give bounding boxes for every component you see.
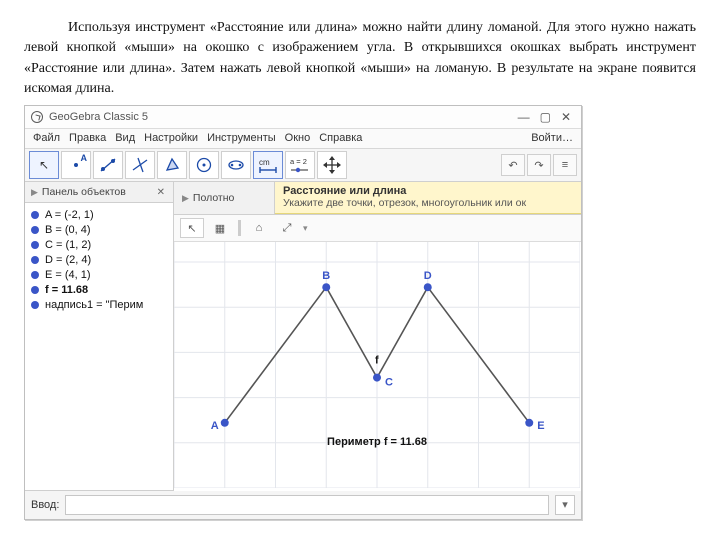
object-item-selected[interactable]: f = 11.68 [29,282,169,297]
svg-text:D: D [424,270,432,282]
input-field[interactable] [65,495,549,515]
graphics-view: ▶ Полотно Расстояние или длина Укажите д… [174,182,581,490]
tooltip-desc: Укажите две точки, отрезок, многоугольни… [283,197,573,209]
svg-text:Периметр f = 11.68: Периметр f = 11.68 [327,436,427,448]
menu-settings[interactable]: Настройки [144,132,198,144]
app-icon [31,111,43,123]
input-bar: Ввод: ▾ [25,490,581,519]
distance-icon: cm [257,155,279,175]
object-bullet-icon [31,241,39,249]
cursor-icon: ↖ [39,158,49,172]
graphics-title: Полотно [193,192,234,204]
object-label: надпись1 = "Перим [45,299,143,311]
menu-view[interactable]: Вид [115,132,135,144]
redo-button[interactable]: ↷ [527,154,551,176]
point-icon [74,163,78,167]
object-bullet-icon [31,226,39,234]
object-panel-title: Панель объектов [42,186,126,198]
object-bullet-icon [31,211,39,219]
line-tool[interactable] [93,151,123,179]
conic-icon [226,155,246,175]
input-label: Ввод: [31,499,59,511]
polygon-tool[interactable] [157,151,187,179]
menu-window[interactable]: Окно [285,132,311,144]
object-bullet-icon [31,256,39,264]
grid-toggle-button[interactable]: ▦ [208,218,232,238]
collapse-icon: ▶ [182,193,189,204]
pointer-mode-button[interactable]: ↖ [180,218,204,238]
object-item[interactable]: B = (0, 4) [29,222,169,237]
tooltip-title: Расстояние или длина [283,185,573,197]
object-label: A = (-2, 1) [45,209,94,221]
tool-tooltip: Расстояние или длина Укажите две точки, … [275,182,581,214]
object-item[interactable]: D = (2, 4) [29,252,169,267]
polygon-icon [162,155,182,175]
plot-area[interactable]: A B C D E f Периметр f = 11.68 [174,242,581,491]
object-item[interactable]: E = (4, 1) [29,267,169,282]
menu-button[interactable]: ≡ [553,154,577,176]
svg-text:A: A [211,420,219,432]
object-label: C = (1, 2) [45,239,91,251]
object-panel: ▶ Панель объектов ✕ A = (-2, 1) B = (0, … [25,182,174,490]
move-view-icon [322,155,342,175]
menu-file[interactable]: Файл [33,132,60,144]
graphics-toolbar: ↖ ▦ ⌂ ⤢ ▾ [174,215,581,242]
titlebar: GeoGebra Classic 5 — ▢ ✕ [25,106,581,129]
circle-tool[interactable] [189,151,219,179]
object-panel-close[interactable]: ✕ [155,187,167,198]
window-maximize-button[interactable]: ▢ [540,110,551,124]
object-label: B = (0, 4) [45,224,91,236]
move-view-tool[interactable] [317,151,347,179]
object-panel-header[interactable]: ▶ Панель объектов ✕ [25,182,173,203]
slider-icon: a = 2 [288,155,312,175]
svg-text:B: B [322,270,330,282]
point-label: A [81,153,88,163]
angle-tool[interactable]: cm [253,151,283,179]
svg-text:E: E [537,420,544,432]
svg-text:C: C [385,377,393,389]
description-text: Используя инструмент «Расстояние или дли… [24,20,696,96]
perpendicular-tool[interactable] [125,151,155,179]
object-item[interactable]: C = (1, 2) [29,237,169,252]
svg-text:cm: cm [259,158,270,167]
point-tool[interactable]: A [61,151,91,179]
zoom-button[interactable]: ⤢ [275,218,299,238]
window-title: GeoGebra Classic 5 [49,111,148,123]
slider-tool[interactable]: a = 2 [285,151,315,179]
svg-text:f: f [375,355,379,367]
dropdown-icon: ▾ [303,223,308,234]
menu-help[interactable]: Справка [319,132,362,144]
perpendicular-icon [130,155,150,175]
object-label: E = (4, 1) [45,269,91,281]
object-bullet-icon [31,301,39,309]
object-list: A = (-2, 1) B = (0, 4) C = (1, 2) D = (2… [25,203,173,490]
menu-tools[interactable]: Инструменты [207,132,276,144]
toolbar: ↖ A cm [25,149,581,182]
svg-text:a = 2: a = 2 [290,157,307,166]
input-dropdown[interactable]: ▾ [555,495,575,515]
object-label: D = (2, 4) [45,254,91,266]
collapse-icon: ▶ [31,187,38,198]
object-bullet-icon [31,286,39,294]
undo-button[interactable]: ↶ [501,154,525,176]
conic-tool[interactable] [221,151,251,179]
menubar: Файл Правка Вид Настройки Инструменты Ок… [25,129,581,149]
window-close-button[interactable]: ✕ [561,110,571,124]
object-item[interactable]: надпись1 = "Перим [29,297,169,312]
object-bullet-icon [31,271,39,279]
move-tool[interactable]: ↖ [29,151,59,179]
window-minimize-button[interactable]: — [518,110,530,124]
object-label: f = 11.68 [45,284,88,296]
line-icon [98,155,118,175]
separator [238,220,241,236]
menu-edit[interactable]: Правка [69,132,106,144]
circle-icon [194,155,214,175]
object-item[interactable]: A = (-2, 1) [29,207,169,222]
home-button[interactable]: ⌂ [247,218,271,238]
plot-svg: A B C D E f Периметр f = 11.68 [174,242,580,488]
signin-link[interactable]: Войти… [531,132,573,144]
graphics-header[interactable]: ▶ Полотно [174,182,275,214]
description-paragraph: Используя инструмент «Расстояние или дли… [24,18,696,99]
geogebra-window: GeoGebra Classic 5 — ▢ ✕ Файл Правка Вид… [24,105,582,520]
